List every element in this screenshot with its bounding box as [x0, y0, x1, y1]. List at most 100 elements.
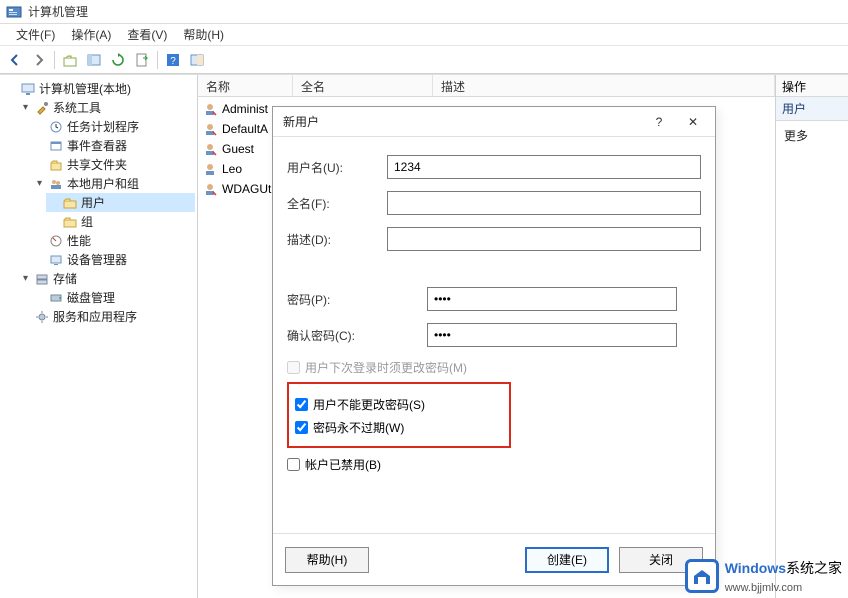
column-description[interactable]: 描述: [433, 75, 775, 96]
actions-header: 操作: [776, 75, 848, 97]
user-icon: [202, 161, 218, 177]
username-field[interactable]: [387, 155, 701, 179]
tree-device-manager[interactable]: 设备管理器: [32, 250, 195, 269]
toolbar: ?: [0, 46, 848, 74]
tree-performance[interactable]: ▸性能: [32, 231, 195, 250]
column-fullname[interactable]: 全名: [293, 75, 433, 96]
toolbar-help-button[interactable]: ?: [162, 49, 184, 71]
user-icon: [202, 141, 218, 157]
checkbox-must-change-row: 用户下次登录时须更改密码(M): [287, 359, 701, 376]
dialog-body: 用户名(U): 全名(F): 描述(D): 密码(P): 确认密码(C): 用户…: [273, 137, 715, 533]
checkbox-cannot-change-label: 用户不能更改密码(S): [313, 396, 425, 413]
create-button[interactable]: 创建(E): [525, 547, 609, 573]
toolbar-show-hide-console-button[interactable]: [83, 49, 105, 71]
dialog-titlebar[interactable]: 新用户 ? ✕: [273, 107, 715, 137]
watermark-prefix: Windows: [725, 560, 786, 576]
label-description: 描述(D):: [287, 231, 387, 248]
tree-disk-management[interactable]: 磁盘管理: [32, 288, 195, 307]
checkbox-account-disabled[interactable]: [287, 458, 300, 471]
services-icon: [34, 309, 50, 325]
performance-icon: [48, 233, 64, 249]
watermark-suffix: 系统之家: [786, 560, 842, 576]
password-field[interactable]: [427, 287, 677, 311]
menu-action[interactable]: 操作(A): [63, 24, 119, 45]
svg-text:?: ?: [170, 56, 176, 67]
console-tree[interactable]: 计算机管理(本地) ▾ 系统工具 ▸任: [2, 79, 195, 326]
toolbar-refresh-button[interactable]: [107, 49, 129, 71]
tree-event-viewer[interactable]: ▸事件查看器: [32, 136, 195, 155]
toolbar-properties-button[interactable]: [186, 49, 208, 71]
checkbox-cannot-change[interactable]: [295, 398, 308, 411]
folder-icon: [62, 214, 78, 230]
tree-users[interactable]: 用户: [46, 193, 195, 212]
tree-task-scheduler[interactable]: ▸任务计划程序: [32, 117, 195, 136]
checkbox-never-expires-label: 密码永不过期(W): [313, 419, 404, 436]
list-item-name: Guest: [222, 142, 254, 156]
checkbox-never-expires-row[interactable]: 密码永不过期(W): [295, 419, 503, 436]
help-button[interactable]: 帮助(H): [285, 547, 369, 573]
chevron-down-icon[interactable]: ▾: [34, 178, 45, 189]
actions-more[interactable]: 更多: [776, 121, 848, 150]
tree-panel: 计算机管理(本地) ▾ 系统工具 ▸任: [0, 75, 198, 598]
actions-group-title: 用户: [776, 97, 848, 121]
menu-file[interactable]: 文件(F): [8, 24, 63, 45]
watermark: Windows系统之家 www.bjjmlv.com: [685, 558, 842, 594]
tree-performance-label: 性能: [67, 232, 91, 249]
computer-icon: [20, 81, 36, 97]
device-icon: [48, 252, 64, 268]
tree-root-label: 计算机管理(本地): [39, 80, 131, 97]
storage-icon: [34, 271, 50, 287]
confirm-password-field[interactable]: [427, 323, 677, 347]
checkbox-must-change-label: 用户下次登录时须更改密码(M): [305, 359, 467, 376]
close-icon[interactable]: ✕: [679, 111, 707, 133]
dialog-footer: 帮助(H) 创建(E) 关闭: [273, 533, 715, 585]
label-fullname: 全名(F):: [287, 195, 387, 212]
tree-event-viewer-label: 事件查看器: [67, 137, 127, 154]
list-header: 名称 全名 描述: [198, 75, 775, 97]
actions-panel: 操作 用户 更多: [776, 75, 848, 598]
watermark-logo-icon: [685, 559, 719, 593]
tree-users-label: 用户: [81, 194, 105, 211]
label-password: 密码(P):: [287, 291, 427, 308]
checkbox-never-expires[interactable]: [295, 421, 308, 434]
toolbar-forward-button[interactable]: [28, 49, 50, 71]
tree-services-apps[interactable]: ▸服务和应用程序: [18, 307, 195, 326]
toolbar-up-button[interactable]: [59, 49, 81, 71]
toolbar-separator: [157, 51, 158, 69]
tree-device-manager-label: 设备管理器: [67, 251, 127, 268]
tree-services-apps-label: 服务和应用程序: [53, 308, 137, 325]
menu-help[interactable]: 帮助(H): [175, 24, 232, 45]
checkbox-cannot-change-row[interactable]: 用户不能更改密码(S): [295, 396, 503, 413]
event-icon: [48, 138, 64, 154]
tree-storage[interactable]: ▾ 存储: [18, 269, 195, 288]
dialog-help-button[interactable]: ?: [645, 111, 673, 133]
tree-disk-management-label: 磁盘管理: [67, 289, 115, 306]
tree-groups-label: 组: [81, 213, 93, 230]
checkbox-account-disabled-label: 帐户已禁用(B): [305, 456, 381, 473]
menu-view[interactable]: 查看(V): [119, 24, 175, 45]
annotation-highlight: 用户不能更改密码(S) 密码永不过期(W): [287, 382, 511, 448]
tree-shared-folders[interactable]: ▸共享文件夹: [32, 155, 195, 174]
checkbox-account-disabled-row[interactable]: 帐户已禁用(B): [287, 456, 701, 473]
label-username: 用户名(U):: [287, 159, 387, 176]
fullname-field[interactable]: [387, 191, 701, 215]
tree-system-tools[interactable]: ▾ 系统工具: [18, 98, 195, 117]
tree-storage-label: 存储: [53, 270, 77, 287]
toolbar-back-button[interactable]: [4, 49, 26, 71]
chevron-down-icon[interactable]: ▾: [20, 273, 31, 284]
tree-shared-folders-label: 共享文件夹: [67, 156, 127, 173]
disk-icon: [48, 290, 64, 306]
column-name[interactable]: 名称: [198, 75, 293, 96]
watermark-text: Windows系统之家 www.bjjmlv.com: [725, 558, 842, 594]
tree-task-scheduler-label: 任务计划程序: [67, 118, 139, 135]
description-field[interactable]: [387, 227, 701, 251]
tree-root[interactable]: 计算机管理(本地): [4, 79, 195, 98]
toolbar-export-button[interactable]: [131, 49, 153, 71]
tree-groups[interactable]: 组: [46, 212, 195, 231]
tree-local-users-groups[interactable]: ▾本地用户和组: [32, 174, 195, 193]
chevron-down-icon[interactable]: ▾: [20, 102, 31, 113]
checkbox-must-change: [287, 361, 300, 374]
clock-icon: [48, 119, 64, 135]
list-item-name: DefaultA: [222, 122, 268, 136]
menubar: 文件(F) 操作(A) 查看(V) 帮助(H): [0, 24, 848, 46]
